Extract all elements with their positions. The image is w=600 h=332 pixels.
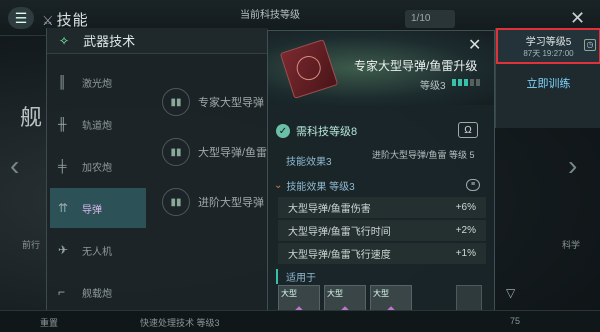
stat-row: 大型导弹/鱼雷飞行速度 +1% xyxy=(278,243,486,264)
category-drone[interactable]: ✈ 无人机 xyxy=(50,230,146,270)
filter-icon[interactable]: ▽ xyxy=(506,286,515,300)
list-icon[interactable]: ≡ xyxy=(466,179,480,191)
reset-button[interactable]: 重置 xyxy=(40,316,58,329)
top-pill: 1/10 xyxy=(405,10,455,28)
effect-next: 进阶大型导弹/鱼雷 等级 5 xyxy=(372,150,475,160)
left-arrow-icon[interactable]: ‹ xyxy=(10,150,19,182)
check-icon: ✓ xyxy=(276,124,290,138)
timer-icon: ◷ xyxy=(584,39,596,51)
stat-row: 大型导弹/鱼雷飞行时间 +2% xyxy=(278,220,486,241)
train-now-button[interactable]: 立即训练 xyxy=(496,72,600,96)
effect-heading: 技能效果3 xyxy=(286,157,332,168)
skill-detail-dialog: 专家大型导弹/鱼雷升级 等级3 ✕ ✓ 需科技等级8 Ω 技能效果3 进阶大型导弹… xyxy=(267,30,495,332)
panel-header: ✧ 武器技术 xyxy=(47,28,268,54)
category-laser[interactable]: ║ 激光炮 xyxy=(50,62,146,102)
close-icon[interactable]: ✕ xyxy=(570,8,585,29)
side-big-label: 舰 xyxy=(20,105,43,130)
right-arrow-icon[interactable]: › xyxy=(568,150,577,182)
dialog-title: 专家大型导弹/鱼雷升级 xyxy=(354,59,478,73)
pip xyxy=(470,79,474,86)
stat-row: 大型导弹/鱼雷伤害 +6% xyxy=(278,197,486,218)
tech-row[interactable]: ▮▮ 进阶大型导弹 xyxy=(162,180,272,224)
pip xyxy=(458,79,462,86)
applies-to-label: 适用于 xyxy=(276,269,316,284)
chevron-down-icon: ⌄ xyxy=(274,179,283,191)
bottom-count: 75 xyxy=(510,316,521,326)
tech-row[interactable]: ▮▮ 大型导弹/鱼雷 xyxy=(162,130,272,174)
skill-book-icon xyxy=(279,39,339,99)
drone-icon: ✈ xyxy=(58,243,69,257)
bottom-bar: 重置 快速处理技术 等级3 75 xyxy=(0,310,600,332)
cannon-icon: ╪ xyxy=(58,159,67,173)
pip xyxy=(464,79,468,86)
laser-icon: ║ xyxy=(58,75,67,89)
effect-subheading: ⌄ 技能效果 等级3 ≡ xyxy=(274,177,488,193)
ship-gun-icon: ⌐ xyxy=(58,285,66,299)
tech-node-icon: ▮▮ xyxy=(162,138,190,166)
missile-icon: ⇈ xyxy=(58,201,69,215)
requirement: ✓ 需科技等级8 xyxy=(276,123,357,139)
train-panel: 学习等级5 87天 19:27:00 ◷ 立即训练 xyxy=(495,28,600,128)
tech-node-icon: ▮▮ xyxy=(162,188,190,216)
category-missile[interactable]: ⇈ 导弹 xyxy=(50,188,146,228)
side-right-label: 科学 xyxy=(562,240,581,250)
level-pips xyxy=(452,79,480,86)
pip xyxy=(452,79,456,86)
skills-icon: ⚔ xyxy=(42,13,55,28)
dialog-header: 专家大型导弹/鱼雷升级 等级3 ✕ xyxy=(268,31,494,105)
railgun-icon: ╫ xyxy=(58,117,67,131)
side-left-label: 前行 xyxy=(22,240,41,250)
current-level-label: 当前科技等级 xyxy=(240,10,300,21)
skill-level: 等级3 xyxy=(420,81,446,92)
queue-status: 快速处理技术 等级3 xyxy=(140,318,220,328)
pip xyxy=(476,79,480,86)
category-ship-gun[interactable]: ⌐ 舰载炮 xyxy=(50,272,146,312)
page-title: ⚔ 技能 xyxy=(42,12,89,29)
menu-icon: ☰ xyxy=(14,9,28,26)
category-cannon[interactable]: ╪ 加农炮 xyxy=(50,146,146,186)
requirement-info-icon[interactable]: Ω xyxy=(458,122,478,138)
tech-icon: ✧ xyxy=(59,33,70,48)
category-railgun[interactable]: ╫ 轨道炮 xyxy=(50,104,146,144)
tech-node-icon: ▮▮ xyxy=(162,88,190,116)
menu-button[interactable]: ☰ xyxy=(8,7,34,29)
tech-row[interactable]: ▮▮ 专家大型导弹 xyxy=(162,80,272,124)
learn-level-button[interactable]: 学习等级5 87天 19:27:00 ◷ xyxy=(496,28,600,64)
dialog-close-icon[interactable]: ✕ xyxy=(468,35,481,55)
